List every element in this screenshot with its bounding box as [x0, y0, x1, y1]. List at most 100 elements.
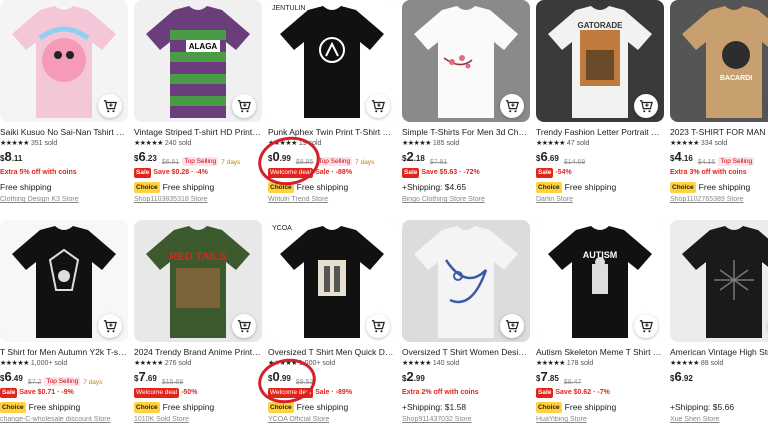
original-price: $7.81	[429, 159, 448, 166]
promo-row: Sale Save $0.28 · -4%	[134, 168, 208, 178]
price-main: 6	[540, 149, 548, 164]
product-card[interactable]: Simple T-Shirts For Men 3d Cherry-... ★★…	[402, 0, 530, 210]
price-row: $6.23 $6.51 Top Selling 7 days	[134, 150, 240, 166]
product-card[interactable]: ALAGA Vintage Striped T-shirt HD Print C…	[134, 0, 262, 210]
product-title[interactable]: 2023 T-SHIRT FOR MAN Fash...	[670, 127, 768, 138]
original-price: $4.16	[697, 159, 716, 166]
sold-count: 334 sold	[700, 140, 728, 147]
product-image[interactable]	[670, 220, 768, 342]
top-selling-badge: Top Selling	[44, 377, 81, 386]
store-link[interactable]: Shop911437032 Store	[402, 416, 530, 423]
shipping-text: Free shipping	[296, 402, 349, 412]
svg-text:GATORADE: GATORADE	[577, 21, 623, 30]
price-main: 6	[674, 369, 682, 384]
original-price: $8.47	[563, 379, 582, 386]
product-title[interactable]: Oversized T Shirt Men Quick Dryin...	[268, 347, 396, 358]
store-link[interactable]: 1010K Sold Store	[134, 416, 262, 423]
shipping-row: Choice Free shipping	[536, 402, 616, 413]
product-card[interactable]: BACARDI 2023 T-SHIRT FOR MAN Fash... ★★★…	[670, 0, 768, 210]
shipping-row: Free shipping	[0, 182, 52, 193]
price-main: 4	[674, 149, 682, 164]
price-cents: .16	[681, 154, 693, 163]
price-row: $6.69 $14.69	[536, 149, 585, 167]
add-to-cart-icon[interactable]	[500, 314, 524, 338]
shipping-text: Free shipping	[162, 402, 215, 412]
sale-badge: Sale	[536, 168, 554, 178]
add-to-cart-icon[interactable]	[232, 314, 256, 338]
store-link[interactable]: Shop1102765389 Store	[670, 196, 768, 203]
product-image[interactable]: BACARDI	[670, 0, 768, 122]
promo-row: Sale Save $0.62 · -7%	[536, 388, 610, 398]
product-title[interactable]: 2024 Trendy Brand Anime Printed...	[134, 347, 262, 358]
coins-promo: Extra 5% off with coins	[0, 169, 77, 176]
original-price: $15.69	[161, 379, 184, 386]
add-to-cart-icon[interactable]	[98, 314, 122, 338]
product-title[interactable]: Simple T-Shirts For Men 3d Cherry-...	[402, 127, 530, 138]
store-link[interactable]: Shop1103835318 Store	[134, 196, 262, 203]
product-title[interactable]: Autism Skeleton Meme T Shirt Hu...	[536, 347, 664, 358]
choice-badge: Choice	[134, 182, 160, 193]
store-link[interactable]: HuaYibing Store	[536, 416, 664, 423]
add-to-cart-icon[interactable]	[232, 94, 256, 118]
shipping-text: Free shipping	[162, 182, 215, 192]
price-cents: .69	[145, 374, 157, 383]
top-selling-badge: Top Selling	[182, 157, 219, 166]
product-card[interactable]: RED TAILS 2024 Trendy Brand Anime Printe…	[134, 220, 262, 430]
shipping-row: +Shipping: $4.65	[402, 182, 466, 193]
product-card[interactable]: AUTISM Autism Skeleton Meme T Shirt Hu..…	[536, 220, 664, 430]
add-to-cart-icon[interactable]	[98, 94, 122, 118]
add-to-cart-icon[interactable]	[634, 94, 658, 118]
price-main: 6	[4, 369, 12, 384]
price-cents: .92	[681, 374, 693, 383]
price-row: $6.49 $7.2 Top Selling 7 days	[0, 370, 102, 386]
store-link[interactable]: Clothing Design K3 Store	[0, 196, 128, 203]
svg-text:BACARDI: BACARDI	[720, 75, 752, 82]
price-cents: .23	[145, 154, 157, 163]
product-title[interactable]: American Vintage High Stree...	[670, 347, 768, 358]
shipping-text: Free shipping	[564, 402, 617, 412]
product-card[interactable]: Oversized T Shirt Women Design S... ★★★★…	[402, 220, 530, 430]
discount-text: Sale · -89%	[315, 389, 353, 396]
product-title[interactable]: Oversized T Shirt Women Design S...	[402, 347, 530, 358]
star-rating: ★★★★★	[134, 140, 163, 147]
sold-count: 276 sold	[164, 360, 192, 367]
store-link[interactable]: Xue Shen Store	[670, 416, 768, 423]
original-price: $6.51	[161, 159, 180, 166]
shipping-text: Free shipping	[0, 182, 52, 192]
star-rating: ★★★★★	[402, 360, 431, 367]
shipping-row: +Shipping: $1.58	[402, 402, 466, 413]
product-title[interactable]: Trendy Fashion Letter Portrait Pri...	[536, 127, 664, 138]
store-link[interactable]: change-C-wholesale discount Store	[0, 416, 128, 423]
price-cents: .18	[413, 154, 425, 163]
product-title[interactable]: Saiki Kusuo No Sai-Nan Tshirt Prin...	[0, 127, 128, 138]
product-card[interactable]: T Shirt for Men Autumn Y2k T-shir... ★★★…	[0, 220, 128, 430]
price-row: $4.16 $4.16 Top Selling	[670, 149, 755, 166]
product-title[interactable]: T Shirt for Men Autumn Y2k T-shir...	[0, 347, 128, 358]
product-card[interactable]: American Vintage High Stree... ★★★★★ 88 …	[670, 220, 768, 430]
store-link[interactable]: YCOA Official Store	[268, 416, 396, 423]
sale-badge: Sale	[536, 388, 554, 398]
discount-text: Save $0.71 · -9%	[19, 389, 74, 396]
promo-row: Extra 2% off with coins	[402, 388, 479, 398]
add-to-cart-icon[interactable]	[634, 314, 658, 338]
price-row: $7.85 $8.47	[536, 370, 582, 387]
add-to-cart-icon[interactable]	[500, 94, 524, 118]
product-title[interactable]: Vintage Striped T-shirt HD Print C...	[134, 127, 262, 138]
product-card[interactable]: GATORADE Trendy Fashion Letter Portrait …	[536, 0, 664, 210]
store-link[interactable]: Bingo Clothing Store Store	[402, 196, 530, 203]
add-to-cart-icon[interactable]	[366, 314, 390, 338]
shipping-text: Free shipping	[28, 402, 81, 412]
sale-badge: Sale	[0, 388, 18, 398]
store-link[interactable]: Writuln Trend Store	[268, 196, 396, 203]
shipping-row: Choice Free shipping	[134, 182, 214, 193]
price-cents: .49	[11, 374, 23, 383]
discount-text: Save $0.62 · -7%	[555, 389, 610, 396]
product-card[interactable]: Saiki Kusuo No Sai-Nan Tshirt Prin... ★★…	[0, 0, 128, 210]
add-to-cart-icon[interactable]	[366, 94, 390, 118]
star-rating: ★★★★★	[536, 140, 565, 147]
promo-row: Sale -54%	[536, 168, 572, 178]
sold-count: 140 sold	[432, 360, 460, 367]
svg-text:JENTULIN: JENTULIN	[272, 5, 305, 12]
star-rating: ★★★★★	[0, 140, 29, 147]
store-link[interactable]: Darlin Store	[536, 196, 664, 203]
